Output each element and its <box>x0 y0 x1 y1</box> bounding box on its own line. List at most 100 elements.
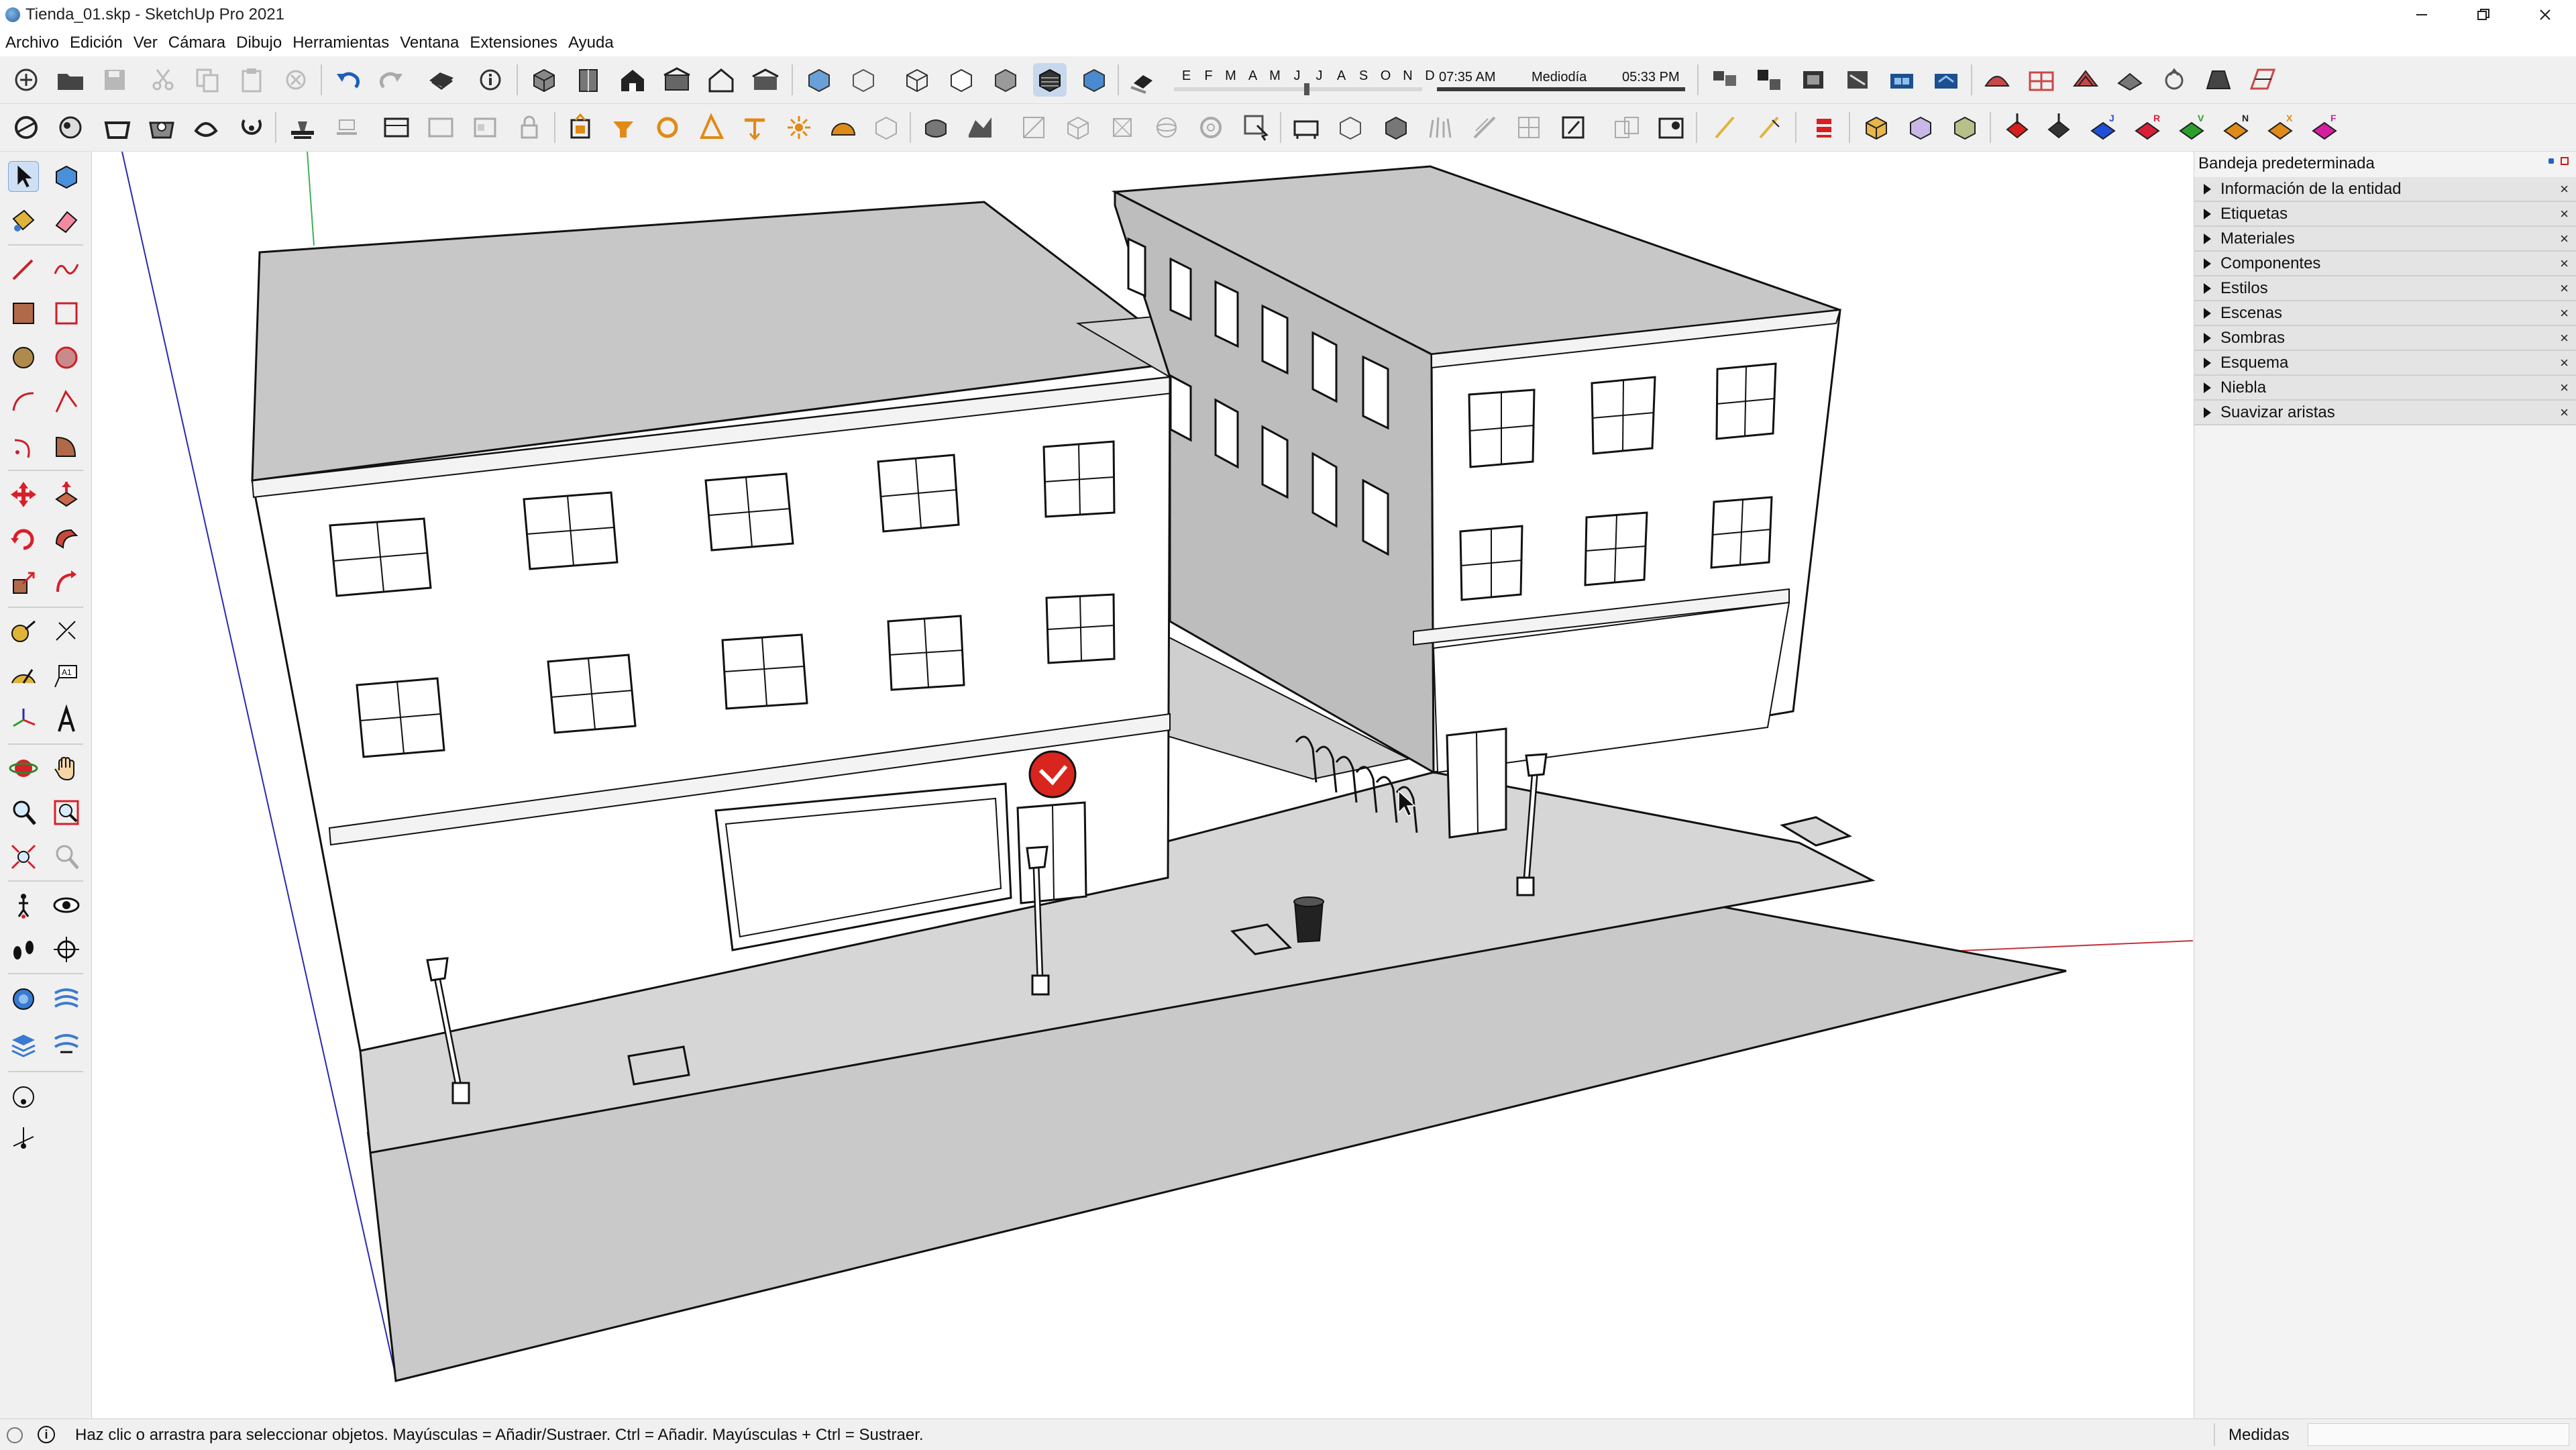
position-camera-tool-icon[interactable] <box>8 890 39 921</box>
axis-v-icon[interactable]: V <box>2175 111 2208 144</box>
rounded-box-icon[interactable] <box>919 111 953 144</box>
erase-selection-icon[interactable] <box>279 63 313 97</box>
right-view-icon[interactable] <box>660 63 694 97</box>
follow-me-icon[interactable] <box>651 111 684 144</box>
walk-tool-icon[interactable] <box>8 934 39 965</box>
select-component-icon[interactable] <box>1240 111 1273 144</box>
axis-j-icon[interactable]: J <box>2086 111 2120 144</box>
orbit-tool-icon[interactable] <box>8 753 39 784</box>
solid-subtract-icon[interactable] <box>54 111 87 144</box>
component-options-icon[interactable] <box>1752 63 1786 97</box>
sphere-icon[interactable] <box>1150 111 1183 144</box>
outer-shell-icon[interactable] <box>101 111 134 144</box>
print-icon[interactable] <box>424 63 458 97</box>
protractor-tool-icon[interactable] <box>8 660 39 691</box>
rotated-rectangle-tool-icon[interactable] <box>51 298 82 329</box>
pencil-line-icon[interactable] <box>1708 111 1741 144</box>
panel-close-icon[interactable]: × <box>2560 379 2569 397</box>
panel-close-icon[interactable]: × <box>2560 230 2569 248</box>
panel-outliner[interactable]: Esquema × <box>2194 351 2576 376</box>
time-slider-track[interactable] <box>1437 87 1685 91</box>
make-component-icon[interactable] <box>564 111 597 144</box>
two-point-arc-tool-icon[interactable] <box>51 386 82 417</box>
union-icon[interactable] <box>189 111 223 144</box>
close-window-button[interactable] <box>2514 0 2576 30</box>
cube-filled-icon[interactable] <box>1379 111 1413 144</box>
month-slider-thumb[interactable] <box>1304 83 1309 95</box>
section-cuts-icon[interactable] <box>380 111 413 144</box>
three-point-arc-tool-icon[interactable] <box>8 431 39 462</box>
axis-n-icon[interactable]: N <box>2219 111 2253 144</box>
shaded-style-icon[interactable] <box>989 63 1022 97</box>
modeling-viewport[interactable] <box>92 152 2193 1418</box>
menu-edicion[interactable]: Edición <box>64 34 128 52</box>
paint-bucket-tool-icon[interactable] <box>8 205 39 236</box>
panel-shadows[interactable]: Sombras × <box>2194 326 2576 351</box>
intersect-icon[interactable] <box>145 111 178 144</box>
pencil-lines-icon[interactable] <box>1468 111 1501 144</box>
structure-icon[interactable] <box>1654 111 1688 144</box>
iso-box-icon[interactable] <box>1061 111 1095 144</box>
pencil-line-2-icon[interactable] <box>1752 111 1786 144</box>
zoom-extents-tool-icon[interactable] <box>8 841 39 872</box>
panel-close-icon[interactable]: × <box>2560 280 2569 297</box>
panel-entity-info[interactable]: Información de la entidad × <box>2194 177 2576 202</box>
geolocation-icon[interactable] <box>7 1427 23 1443</box>
menu-dibujo[interactable]: Dibujo <box>231 34 287 52</box>
tray-pin-icon[interactable] <box>2548 158 2554 164</box>
panel-materials[interactable]: Materiales × <box>2194 227 2576 252</box>
axis-view-black-icon[interactable] <box>2042 111 2076 144</box>
axes-tool-icon[interactable] <box>8 705 39 735</box>
sandbox-scene-icon[interactable] <box>963 111 997 144</box>
panel-soften-edges[interactable]: Suavizar aristas × <box>2194 401 2576 425</box>
tray-close-icon[interactable] <box>2561 157 2569 165</box>
follow-me-tool-icon[interactable] <box>51 523 82 554</box>
front-view-icon[interactable] <box>616 63 649 97</box>
sandbox-drape-icon[interactable] <box>2113 63 2147 97</box>
copy-icon[interactable] <box>191 63 224 97</box>
3d-text-tool-icon[interactable] <box>51 705 82 735</box>
panel-scenes[interactable]: Escenas × <box>2194 301 2576 326</box>
shaded-textures-style-icon[interactable] <box>1033 63 1067 97</box>
grid-icon[interactable] <box>1512 111 1546 144</box>
menu-herramientas[interactable]: Herramientas <box>287 34 394 52</box>
sandbox-grid-icon[interactable] <box>2246 63 2279 97</box>
top-view-icon[interactable] <box>572 63 605 97</box>
cube-icon[interactable] <box>1106 111 1139 144</box>
panel-close-icon[interactable]: × <box>2560 354 2569 372</box>
back-edges-style-icon[interactable] <box>847 63 880 97</box>
panel-close-icon[interactable]: × <box>2560 255 2569 272</box>
paint-bucket-icon[interactable] <box>606 111 640 144</box>
menu-ayuda[interactable]: Ayuda <box>563 34 619 52</box>
panel-styles[interactable]: Estilos × <box>2194 276 2576 301</box>
wireframe-style-icon[interactable] <box>900 63 934 97</box>
arc-tool-icon[interactable] <box>8 386 39 417</box>
menu-archivo[interactable]: Archivo <box>0 34 64 52</box>
solid-tools-red-icon[interactable] <box>1807 111 1841 144</box>
torus-icon[interactable] <box>1194 111 1228 144</box>
text-tool-icon[interactable]: A1 <box>51 660 82 691</box>
sandbox-stamp-icon[interactable] <box>2069 63 2102 97</box>
face-icon[interactable] <box>1556 111 1590 144</box>
gold-cube-icon[interactable] <box>1860 111 1893 144</box>
move-tool-icon[interactable] <box>8 479 39 510</box>
layers-tool-icon[interactable] <box>8 1028 39 1059</box>
section-plane-tool-icon[interactable] <box>51 934 82 965</box>
shadows-toggle-icon[interactable] <box>1126 63 1159 97</box>
section-plane-icon[interactable] <box>286 111 319 144</box>
sandbox-flip-edge-icon[interactable] <box>2202 63 2235 97</box>
dynamic-components-icon[interactable] <box>1841 63 1874 97</box>
model-info-icon[interactable] <box>474 63 507 97</box>
sandbox-smoove-icon[interactable] <box>1980 63 2014 97</box>
hidden-line-style-icon[interactable] <box>945 63 978 97</box>
grass-icon[interactable] <box>1424 111 1457 144</box>
circle-tool-icon[interactable] <box>8 342 39 373</box>
rotate-tool-icon[interactable] <box>8 523 39 554</box>
panel-tags[interactable]: Etiquetas × <box>2194 202 2576 227</box>
components-browser-icon[interactable] <box>1796 63 1830 97</box>
tape-measure-tool-icon[interactable] <box>8 616 39 647</box>
polygon-tool-icon[interactable] <box>51 342 82 373</box>
make-component-tool-icon[interactable] <box>51 161 82 192</box>
zoom-window-tool-icon[interactable] <box>51 797 82 828</box>
panel-close-icon[interactable]: × <box>2560 180 2569 198</box>
